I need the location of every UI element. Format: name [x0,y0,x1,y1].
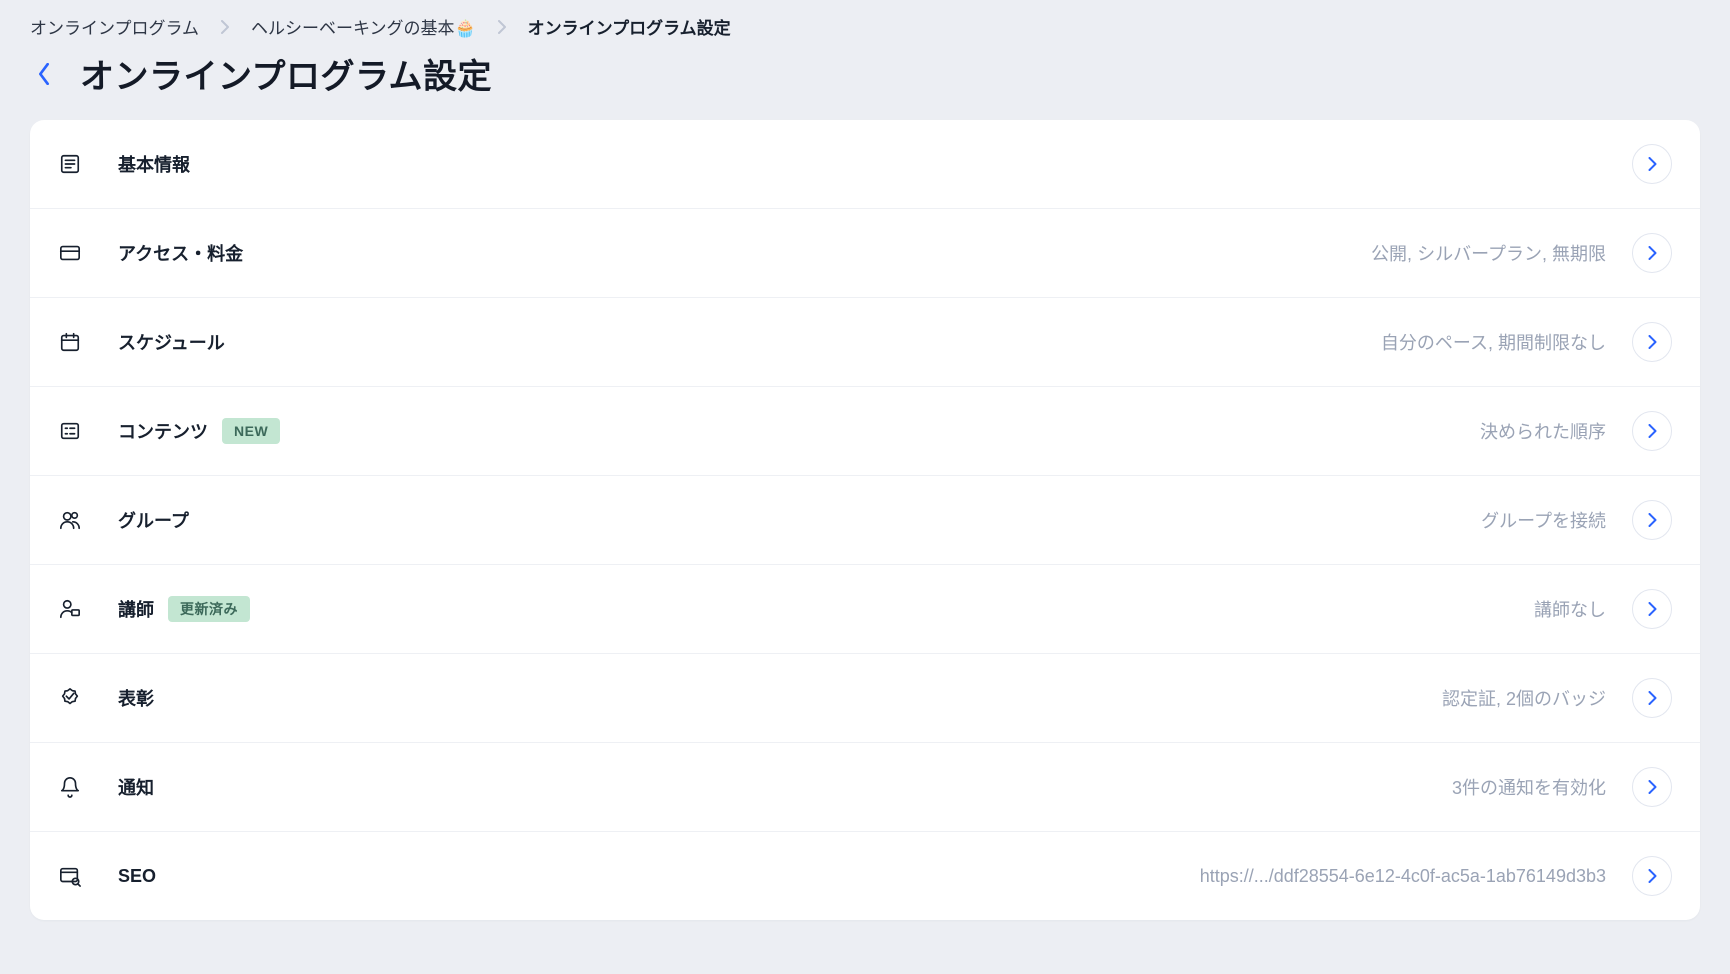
bell-icon [58,775,82,799]
row-seo[interactable]: SEO https://.../ddf28554-6e12-4c0f-ac5a-… [30,832,1700,920]
breadcrumb: オンラインプログラム ヘルシーベーキングの基本🧁 オンラインプログラム設定 [30,14,1700,39]
chevron-right-icon [217,19,233,35]
row-label: アクセス・料金 [118,240,243,266]
settings-panel: 基本情報 アクセス・料金 公開, シルバープラン, 無期限 スケジュール 自分の… [30,120,1700,920]
badge-icon [58,686,82,710]
chevron-right-icon [1632,767,1672,807]
row-label: コンテンツ [118,418,208,444]
row-label: スケジュール [118,329,225,355]
row-groups[interactable]: グループ グループを接続 [30,476,1700,565]
chevron-right-icon [1632,233,1672,273]
person-icon [58,597,82,621]
row-label: 通知 [118,774,154,800]
breadcrumb-item-programs[interactable]: オンラインプログラム [30,14,199,39]
chevron-right-icon [1632,144,1672,184]
row-summary: 講師なし [1534,596,1606,622]
seo-icon [58,864,82,888]
row-summary: 決められた順序 [1480,418,1606,444]
chevron-right-icon [1632,322,1672,362]
row-summary: 自分のペース, 期間制限なし [1381,329,1606,355]
back-button[interactable] [30,60,58,88]
article-icon [58,152,82,176]
row-label: 講師 [118,596,154,622]
row-basic[interactable]: 基本情報 [30,120,1700,209]
breadcrumb-item-course[interactable]: ヘルシーベーキングの基本🧁 [251,14,476,39]
breadcrumb-item-settings: オンラインプログラム設定 [528,14,731,39]
row-summary: 公開, シルバープラン, 無期限 [1371,240,1606,266]
row-awards[interactable]: 表彰 認定証, 2個のバッジ [30,654,1700,743]
row-label: SEO [118,866,156,887]
row-summary: https://.../ddf28554-6e12-4c0f-ac5a-1ab7… [1200,866,1606,887]
row-access[interactable]: アクセス・料金 公開, シルバープラン, 無期限 [30,209,1700,298]
row-summary: 3件の通知を有効化 [1452,774,1606,800]
row-lecturer[interactable]: 講師 更新済み 講師なし [30,565,1700,654]
chevron-right-icon [1632,856,1672,896]
row-label: 基本情報 [118,151,190,177]
chevron-right-icon [1632,411,1672,451]
row-label: 表彰 [118,685,154,711]
users-icon [58,508,82,532]
row-contents[interactable]: コンテンツ NEW 決められた順序 [30,387,1700,476]
row-label: グループ [118,507,189,533]
chevron-right-icon [1632,589,1672,629]
calendar-icon [58,330,82,354]
list-icon [58,419,82,443]
row-summary: グループを接続 [1481,507,1606,533]
chevron-right-icon [1632,500,1672,540]
page-title: オンラインプログラム設定 [80,49,492,98]
chevron-right-icon [1632,678,1672,718]
chevron-right-icon [494,19,510,35]
row-notify[interactable]: 通知 3件の通知を有効化 [30,743,1700,832]
card-icon [58,241,82,265]
row-schedule[interactable]: スケジュール 自分のペース, 期間制限なし [30,298,1700,387]
updated-badge: 更新済み [168,596,250,622]
new-badge: NEW [222,418,280,444]
row-summary: 認定証, 2個のバッジ [1442,685,1606,711]
